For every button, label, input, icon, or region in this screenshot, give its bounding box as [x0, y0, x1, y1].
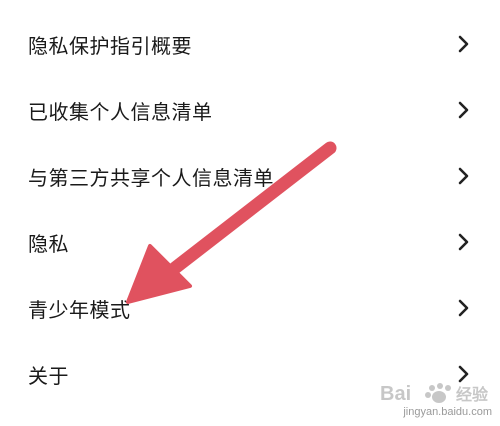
- menu-item-label: 已收集个人信息清单: [28, 99, 213, 124]
- menu-item-label: 隐私: [28, 231, 69, 256]
- menu-item-label: 与第三方共享个人信息清单: [28, 165, 274, 190]
- svg-text:经验: 经验: [456, 385, 489, 404]
- settings-menu-list: 隐私保护指引概要 已收集个人信息清单 与第三方共享个人信息清单 隐私 青少年模式: [0, 11, 500, 407]
- svg-text:Bai: Bai: [380, 383, 411, 405]
- menu-item-privacy-guide-summary[interactable]: 隐私保护指引概要: [0, 11, 500, 77]
- menu-item-label: 青少年模式: [28, 297, 131, 322]
- chevron-right-icon: [456, 34, 472, 54]
- settings-screen: 隐私保护指引概要 已收集个人信息清单 与第三方共享个人信息清单 隐私 青少年模式: [0, 0, 500, 426]
- watermark-url: jingyan.baidu.com: [403, 406, 492, 418]
- chevron-right-icon: [456, 166, 472, 186]
- chevron-right-icon: [456, 232, 472, 252]
- menu-item-privacy[interactable]: 隐私: [0, 209, 500, 275]
- menu-item-label: 关于: [28, 363, 69, 388]
- menu-item-teen-mode[interactable]: 青少年模式: [0, 275, 500, 341]
- chevron-right-icon: [456, 298, 472, 318]
- menu-item-label: 隐私保护指引概要: [28, 33, 192, 58]
- menu-item-third-party-sharing-list[interactable]: 与第三方共享个人信息清单: [0, 143, 500, 209]
- chevron-right-icon: [456, 100, 472, 120]
- menu-item-collected-info-list[interactable]: 已收集个人信息清单: [0, 77, 500, 143]
